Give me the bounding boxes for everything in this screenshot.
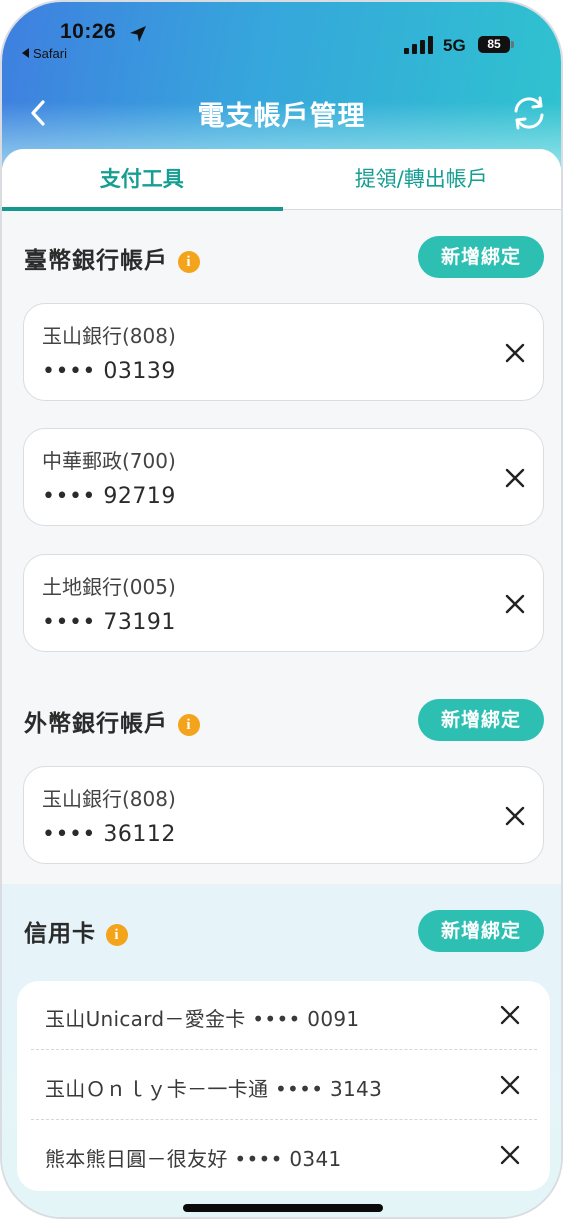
divider <box>31 1119 537 1120</box>
status-time: 10:26 <box>60 20 117 43</box>
bank-name: 土地銀行(005) <box>42 575 176 599</box>
back-triangle-icon <box>22 48 29 58</box>
close-icon[interactable] <box>498 1003 522 1027</box>
credit-card-label: 玉山Ｏｎｌｙ卡－一卡通 •••• 3143 <box>45 1077 383 1101</box>
close-icon[interactable] <box>502 465 528 491</box>
account-number: •••• 92719 <box>42 484 176 509</box>
add-fx-account-button[interactable]: 新增綁定 <box>418 699 544 741</box>
close-icon[interactable] <box>498 1073 522 1097</box>
info-icon[interactable]: i <box>178 251 200 273</box>
bank-account-card: 土地銀行(005) •••• 73191 <box>23 554 544 652</box>
twd-section-label: 臺幣銀行帳戶 <box>24 248 168 274</box>
credit-card-list: 玉山Unicard－愛金卡 •••• 0091 玉山Ｏｎｌｙ卡－一卡通 ••••… <box>17 981 550 1191</box>
network-type: 5G <box>443 36 466 55</box>
close-icon[interactable] <box>502 340 528 366</box>
credit-card-item: 玉山Ｏｎｌｙ卡－一卡通 •••• 3143 <box>31 1051 537 1121</box>
close-icon[interactable] <box>502 591 528 617</box>
credit-card-item: 玉山Unicard－愛金卡 •••• 0091 <box>31 981 537 1051</box>
account-number: •••• 36112 <box>42 822 176 847</box>
back-app-label: Safari <box>33 46 67 61</box>
active-tab-indicator <box>2 207 283 211</box>
info-icon[interactable]: i <box>106 924 128 946</box>
cc-section-title: 信用卡 i <box>24 914 128 948</box>
tab-bar: 支付工具 提領/轉出帳戶 <box>2 149 562 211</box>
account-number: •••• 03139 <box>42 359 176 384</box>
location-arrow-icon <box>130 26 146 42</box>
close-icon[interactable] <box>502 803 528 829</box>
credit-card-item: 熊本熊日圓－很友好 •••• 0341 <box>31 1121 537 1191</box>
bank-name: 玉山銀行(808) <box>42 787 176 811</box>
bank-name: 玉山銀行(808) <box>42 324 176 348</box>
fx-section-title: 外幣銀行帳戶 i <box>24 704 200 738</box>
bank-name: 中華郵政(700) <box>42 449 176 473</box>
home-indicator[interactable] <box>183 1204 383 1212</box>
divider <box>31 1049 537 1050</box>
account-number: •••• 73191 <box>42 610 176 635</box>
add-credit-card-button[interactable]: 新增綁定 <box>418 910 544 952</box>
content-sheet: 支付工具 提領/轉出帳戶 臺幣銀行帳戶 i 新增綁定 玉山銀行(808) ••••… <box>2 149 562 1217</box>
tab-payment-tools[interactable]: 支付工具 <box>2 149 282 210</box>
refresh-icon[interactable] <box>510 95 548 131</box>
signal-icon <box>404 36 433 54</box>
bank-account-card: 玉山銀行(808) •••• 03139 <box>23 303 544 401</box>
close-icon[interactable] <box>498 1143 522 1167</box>
twd-section-title: 臺幣銀行帳戶 i <box>24 241 200 275</box>
bank-account-card: 玉山銀行(808) •••• 36112 <box>23 766 544 864</box>
phone-screen: 10:26 Safari 5G 85 電支帳戶管理 支付工具 提領/轉出帳戶 臺… <box>0 0 563 1219</box>
credit-card-label: 熊本熊日圓－很友好 •••• 0341 <box>45 1147 342 1171</box>
bank-account-card: 中華郵政(700) •••• 92719 <box>23 428 544 526</box>
page-title: 電支帳戶管理 <box>197 101 366 132</box>
credit-card-section: 信用卡 i 新增綁定 玉山Unicard－愛金卡 •••• 0091 玉山Ｏｎｌｙ… <box>2 884 561 1217</box>
back-to-app-link[interactable]: Safari <box>22 46 67 61</box>
info-icon[interactable]: i <box>178 714 200 736</box>
tab-withdraw-accounts[interactable]: 提領/轉出帳戶 <box>282 149 562 210</box>
add-twd-account-button[interactable]: 新增綁定 <box>418 236 544 278</box>
fx-section-label: 外幣銀行帳戶 <box>24 711 168 737</box>
battery-icon: 85 <box>478 36 510 53</box>
cc-section-label: 信用卡 <box>24 921 96 947</box>
battery-cap <box>511 41 514 48</box>
credit-card-label: 玉山Unicard－愛金卡 •••• 0091 <box>45 1007 360 1031</box>
